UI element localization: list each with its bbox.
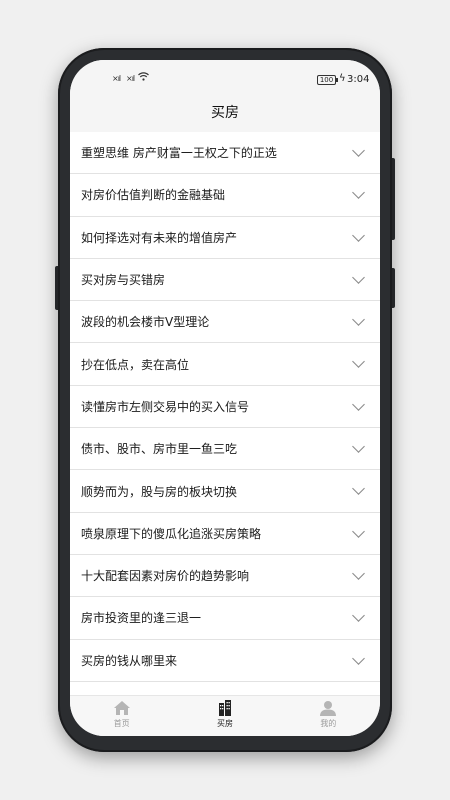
tab-buy-house-label: 买房 — [216, 719, 233, 728]
chevron-down-icon — [352, 313, 365, 327]
list-item-label: 买房的钱从哪里来 — [81, 653, 178, 668]
chevron-down-icon — [352, 524, 365, 538]
list-item-label: 房市投资里的逢三退一 — [81, 611, 202, 626]
tab-home-label: 首页 — [113, 719, 130, 728]
battery-icon: 100 — [317, 75, 338, 85]
list-item-label: 债市、股市、房市里一鱼三吃 — [81, 442, 238, 457]
list-item[interactable]: 房市投资里的逢三退一 — [70, 597, 380, 640]
app-screen: ×ıl ×ıl 100 ϟ 3:04 买房 重塑思维 房产财富一王权之下的正选 … — [70, 60, 380, 736]
list-item-label: 读懂房市左侧交易中的买入信号 — [81, 399, 250, 414]
list-item[interactable]: 重塑思维 房产财富一王权之下的正选 — [70, 132, 380, 175]
home-icon — [113, 700, 131, 716]
list-item-label: 喷泉原理下的傻瓜化追涨买房策略 — [81, 526, 262, 541]
list-item[interactable]: 抄在低点，卖在高位 — [70, 343, 380, 386]
building-icon — [216, 700, 234, 716]
list-item[interactable]: 顺势而为，股与房的板块切换 — [70, 470, 380, 513]
chevron-down-icon — [352, 651, 365, 665]
status-bar: ×ıl ×ıl 100 ϟ 3:04 — [70, 60, 380, 94]
list-item-label: 波段的机会楼市V型理论 — [81, 315, 210, 330]
bottom-tab-bar: 首页 买房 我的 — [70, 695, 380, 736]
list-item[interactable]: 对房价估值判断的金融基础 — [70, 174, 380, 217]
list-item[interactable]: 买房的钱从哪里来 — [70, 640, 380, 682]
list-item[interactable]: 买对房与买错房 — [70, 259, 380, 302]
signal-icon: ×ıl — [112, 74, 121, 83]
user-icon — [319, 700, 337, 716]
list-item[interactable] — [70, 682, 380, 695]
list-item[interactable]: 如何择选对有未来的增值房产 — [70, 217, 380, 259]
tab-home[interactable]: 首页 — [70, 696, 173, 736]
list-item-label: 对房价估值判断的金融基础 — [81, 188, 226, 203]
list-item[interactable]: 债市、股市、房市里一鱼三吃 — [70, 428, 380, 471]
page-title: 买房 — [70, 94, 380, 132]
tab-mine-label: 我的 — [320, 719, 337, 728]
list-item-label: 顺势而为，股与房的板块切换 — [81, 484, 238, 499]
wifi-icon — [138, 71, 149, 84]
chevron-down-icon — [352, 271, 365, 284]
list-item-label: 抄在低点，卖在高位 — [81, 357, 190, 372]
signal-icon: ×ıl — [126, 74, 135, 83]
chevron-down-icon — [352, 355, 365, 369]
charging-icon: ϟ — [339, 73, 346, 84]
chevron-down-icon — [352, 567, 365, 580]
chevron-down-icon — [352, 609, 365, 623]
tab-buy-house[interactable]: 买房 — [173, 696, 276, 736]
chevron-down-icon — [352, 397, 365, 411]
chevron-down-icon — [352, 440, 365, 453]
tab-mine[interactable]: 我的 — [277, 696, 380, 736]
list-item-label: 十大配套因素对房价的趋势影响 — [81, 569, 250, 584]
list-item[interactable]: 喷泉原理下的傻瓜化追涨买房策略 — [70, 513, 380, 555]
chevron-down-icon — [352, 482, 365, 496]
list-item-label: 买对房与买错房 — [81, 273, 166, 288]
list-item[interactable]: 读懂房市左侧交易中的买入信号 — [70, 386, 380, 429]
list-item-label: 如何择选对有未来的增值房产 — [81, 230, 238, 245]
list-item[interactable]: 波段的机会楼市V型理论 — [70, 301, 380, 344]
chevron-down-icon — [352, 144, 365, 157]
chevron-down-icon — [352, 186, 365, 200]
chevron-down-icon — [352, 228, 365, 242]
list-item[interactable]: 十大配套因素对房价的趋势影响 — [70, 555, 380, 598]
article-list: 重塑思维 房产财富一王权之下的正选 对房价估值判断的金融基础 如何择选对有未来的… — [70, 132, 380, 695]
list-item-label: 重塑思维 房产财富一王权之下的正选 — [81, 146, 277, 161]
status-time: 3:04 — [347, 74, 370, 85]
